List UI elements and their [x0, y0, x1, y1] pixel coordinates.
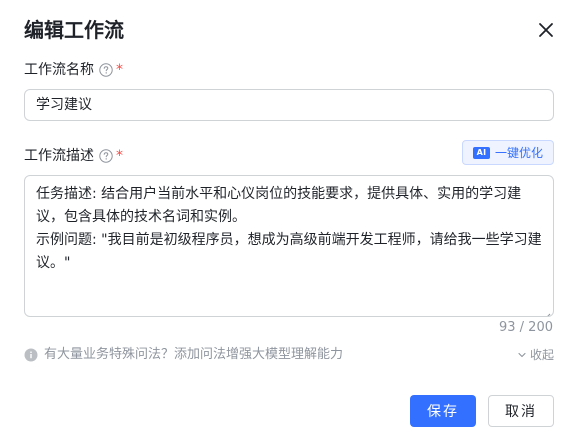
chevron-down-icon [518, 352, 526, 358]
char-counter: 93 / 200 [499, 320, 553, 335]
cancel-button[interactable]: 取消 [488, 395, 554, 427]
collapse-label: 收起 [529, 348, 554, 362]
hint-row: 有大量业务特殊问法？添加问法增强大模型理解能力 [24, 346, 343, 364]
desc-line: 议，包含具体的技术名词和实例。 [36, 209, 246, 225]
workflow-name-label: 工作流名称 [24, 62, 94, 78]
desc-line: 示例问题: "我目前是初级程序员，想成为高级前端开发工程师，请给我一些学习建 [36, 232, 542, 248]
save-button[interactable]: 保存 [410, 395, 476, 427]
resize-handle-icon[interactable] [543, 306, 551, 316]
dialog-title: 编辑工作流 [24, 18, 124, 42]
desc-line: 议。" [36, 255, 71, 271]
collapse-toggle[interactable]: 收起 [517, 347, 554, 363]
ai-optimize-button[interactable]: AI 一键优化 [462, 140, 554, 165]
workflow-name-label-row: 工作流名称 * [24, 60, 123, 80]
workflow-desc-label-row: 工作流描述 * [24, 146, 123, 166]
required-mark: * [116, 148, 123, 164]
ai-badge-icon: AI [472, 146, 490, 159]
required-mark: * [116, 62, 123, 78]
close-icon[interactable] [535, 19, 557, 41]
ai-optimize-label: 一键优化 [494, 146, 543, 160]
edit-workflow-dialog: 编辑工作流 工作流名称 * 学习建议 工作流描述 * AI 一键优化 任务描述:… [0, 0, 569, 434]
hint-text: 有大量业务特殊问法？添加问法增强大模型理解能力 [44, 347, 344, 362]
help-icon[interactable] [99, 149, 113, 163]
workflow-name-input[interactable]: 学习建议 [24, 89, 554, 121]
help-icon[interactable] [99, 63, 113, 77]
info-icon [24, 348, 38, 362]
desc-line: 任务描述: 结合用户当前水平和心仪岗位的技能要求，提供具体、实用的学习建 [36, 186, 522, 202]
workflow-desc-label: 工作流描述 [24, 148, 94, 164]
workflow-desc-textarea[interactable]: 任务描述: 结合用户当前水平和心仪岗位的技能要求，提供具体、实用的学习建 议，包… [24, 175, 554, 317]
